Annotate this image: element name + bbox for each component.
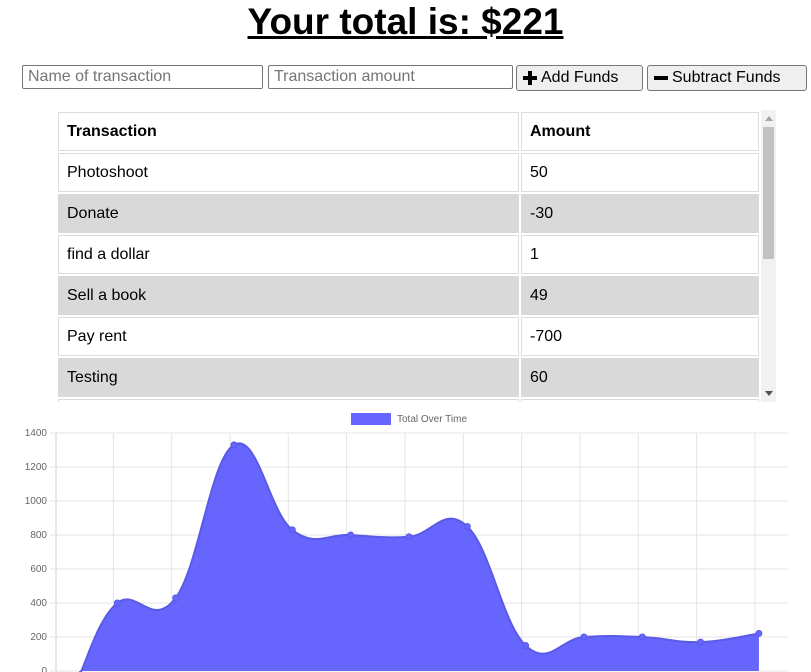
data-point[interactable] bbox=[580, 633, 588, 641]
column-header-transaction: Transaction bbox=[58, 112, 519, 151]
column-header-amount: Amount bbox=[521, 112, 759, 151]
transaction-name-input[interactable] bbox=[22, 65, 263, 89]
transaction-amount-cell bbox=[521, 399, 759, 402]
table-row: Photoshoot 50 bbox=[58, 153, 759, 192]
legend-swatch bbox=[351, 413, 391, 425]
y-tick-label: 1000 bbox=[25, 496, 48, 507]
data-point[interactable] bbox=[522, 642, 530, 649]
chart-legend[interactable]: Total Over Time bbox=[351, 413, 467, 425]
y-axis: 0 200 400 600 800 1000 1200 1400 bbox=[25, 428, 57, 672]
data-point[interactable] bbox=[463, 523, 471, 530]
transaction-name-cell: Donate bbox=[58, 194, 519, 233]
table-row: Donate -30 bbox=[58, 194, 759, 233]
data-point[interactable] bbox=[697, 638, 705, 646]
transaction-amount-cell: -700 bbox=[521, 317, 759, 356]
plus-icon bbox=[523, 71, 537, 85]
data-point[interactable] bbox=[755, 629, 763, 637]
scroll-down-arrow-icon[interactable] bbox=[765, 391, 773, 396]
total-heading: Your total is: $221 bbox=[247, 1, 564, 42]
chart-canvas: 0 200 400 600 800 1000 1200 1400 Total Over Tim… bbox=[25, 413, 788, 672]
data-point[interactable] bbox=[288, 526, 296, 534]
subtract-funds-button[interactable]: Subtract Funds bbox=[647, 65, 807, 91]
data-point[interactable] bbox=[347, 531, 355, 539]
transaction-name-cell bbox=[58, 399, 519, 402]
transaction-name-cell: Testing bbox=[58, 358, 519, 397]
add-funds-button[interactable]: Add Funds bbox=[516, 65, 643, 91]
transaction-name-cell: Photoshoot bbox=[58, 153, 519, 192]
y-tick-label: 600 bbox=[30, 564, 47, 575]
transactions-table: Transaction Amount Photoshoot 50 Donate … bbox=[56, 110, 761, 402]
transaction-amount-cell: 49 bbox=[521, 276, 759, 315]
transactions-table-container: Transaction Amount Photoshoot 50 Donate … bbox=[56, 110, 776, 402]
budget-page: Your total is: $221 Add Funds Subtract F… bbox=[0, 0, 811, 672]
y-tick-label: 800 bbox=[30, 530, 47, 541]
table-row bbox=[58, 399, 759, 402]
data-point[interactable] bbox=[230, 441, 238, 449]
y-tick-label: 400 bbox=[30, 598, 47, 609]
data-point[interactable] bbox=[172, 594, 180, 602]
transaction-form: Add Funds Subtract Funds bbox=[22, 65, 811, 93]
table-row: Testing 60 bbox=[58, 358, 759, 397]
transaction-amount-cell: 1 bbox=[521, 235, 759, 274]
total-over-time-chart: 0 200 400 600 800 1000 1200 1400 Total Over Tim… bbox=[0, 404, 811, 672]
data-point[interactable] bbox=[638, 633, 646, 641]
y-tick-label: 1400 bbox=[25, 428, 48, 439]
transaction-amount-input[interactable] bbox=[268, 65, 513, 89]
y-tick-label: 200 bbox=[30, 632, 47, 643]
table-scrollbar[interactable] bbox=[761, 110, 776, 402]
transaction-amount-cell: 60 bbox=[521, 358, 759, 397]
y-tick-label: 0 bbox=[41, 666, 47, 672]
legend-label: Total Over Time bbox=[397, 414, 467, 425]
table-header-row: Transaction Amount bbox=[58, 112, 759, 151]
data-point[interactable] bbox=[113, 599, 121, 607]
minus-icon bbox=[654, 71, 668, 85]
data-point[interactable] bbox=[405, 533, 413, 541]
subtract-funds-label: Subtract Funds bbox=[672, 69, 781, 86]
transaction-name-cell: Pay rent bbox=[58, 317, 519, 356]
transaction-amount-cell: 50 bbox=[521, 153, 759, 192]
scrollbar-thumb[interactable] bbox=[763, 127, 774, 259]
table-row: Sell a book 49 bbox=[58, 276, 759, 315]
transaction-name-cell: find a dollar bbox=[58, 235, 519, 274]
scroll-up-arrow-icon[interactable] bbox=[765, 116, 773, 121]
y-tick-label: 1200 bbox=[25, 462, 48, 473]
add-funds-label: Add Funds bbox=[541, 69, 619, 86]
transaction-name-cell: Sell a book bbox=[58, 276, 519, 315]
table-row: Pay rent -700 bbox=[58, 317, 759, 356]
table-row: find a dollar 1 bbox=[58, 235, 759, 274]
transaction-amount-cell: -30 bbox=[521, 194, 759, 233]
